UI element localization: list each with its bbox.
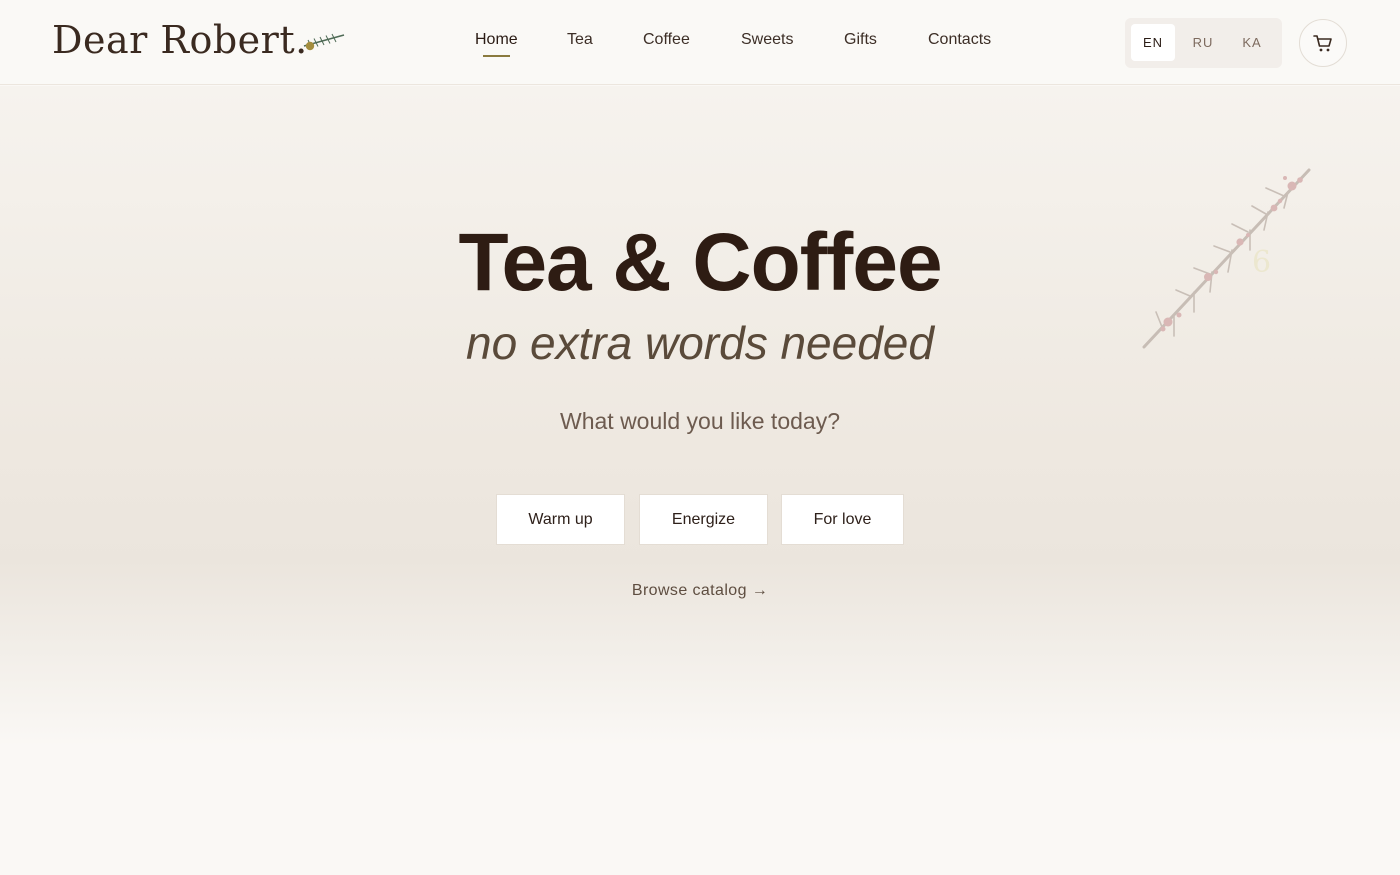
hero-question: What would you like today? — [560, 408, 840, 434]
browse-catalog-link[interactable]: Browse catalog → — [0, 582, 1400, 600]
nav-item-contacts[interactable]: Contacts — [928, 31, 991, 49]
nav-item-sweets[interactable]: Sweets — [741, 31, 793, 49]
cart-icon — [1313, 35, 1332, 52]
mood-button-warm-up[interactable]: Warm up — [496, 494, 625, 545]
nav-item-tea[interactable]: Tea — [567, 31, 593, 49]
nav-item-coffee[interactable]: Coffee — [643, 31, 690, 49]
nav-item-gifts[interactable]: Gifts — [844, 31, 877, 49]
hero-section: Tea & Coffee no extra words needed What … — [0, 86, 1400, 746]
branch-ornament: 6 — [1252, 245, 1271, 280]
site-header: Dear Robert. Home Tea Coffee Sweets Gift… — [0, 0, 1400, 85]
language-switcher: EN RU KA — [1125, 18, 1282, 68]
active-nav-underline — [483, 55, 510, 57]
mood-button-energize[interactable]: Energize — [639, 494, 768, 545]
lang-button-ru[interactable]: RU — [1181, 24, 1225, 61]
blossom-branch-icon: 6 — [1142, 168, 1311, 349]
mood-button-for-love[interactable]: For love — [781, 494, 904, 545]
cart-button[interactable] — [1299, 19, 1347, 67]
nav-item-home[interactable]: Home — [475, 31, 518, 49]
lang-button-en[interactable]: EN — [1131, 24, 1175, 61]
lang-button-ka[interactable]: KA — [1230, 24, 1274, 61]
